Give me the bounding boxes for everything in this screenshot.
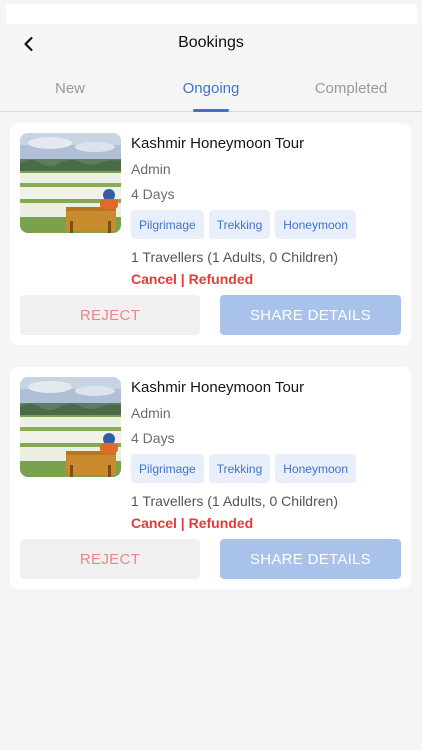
tab-ongoing[interactable]: Ongoing (141, 80, 281, 97)
travellers-count: 1 Travellers (1 Adults, 0 Children) (131, 247, 401, 267)
app-header: Bookings (0, 24, 422, 64)
tour-duration: 4 Days (131, 186, 175, 202)
booking-info: Kashmir Honeymoon Tour Admin 4 Days Pilg… (131, 133, 401, 289)
tag-chip: Pilgrimage (131, 210, 204, 239)
booking-card[interactable]: Kashmir Honeymoon Tour Admin 4 Days Pilg… (10, 367, 411, 589)
travellers-total: 1 Travellers (131, 249, 204, 265)
tab-completed[interactable]: Completed (281, 80, 421, 97)
tour-image (20, 377, 121, 477)
travellers-breakdown: (1 Adults, 0 Children) (207, 493, 338, 509)
share-details-button[interactable]: SHARE DETAILS (220, 295, 401, 335)
tag-chip: Honeymoon (275, 210, 356, 239)
tour-name: Kashmir Honeymoon Tour (131, 379, 305, 396)
reject-button[interactable]: REJECT (20, 539, 200, 579)
tag-list: Pilgrimage Trekking Honeymoon (131, 210, 401, 239)
share-details-button[interactable]: SHARE DETAILS (220, 539, 401, 579)
travellers-total: 1 Travellers (131, 493, 204, 509)
tag-chip: Pilgrimage (131, 454, 204, 483)
tour-duration: 4 Days (131, 430, 175, 446)
tag-chip: Honeymoon (275, 454, 356, 483)
tag-chip: Trekking (208, 210, 271, 239)
tag-list: Pilgrimage Trekking Honeymoon (131, 454, 401, 483)
page-title: Bookings (178, 34, 244, 51)
travellers-breakdown: (1 Adults, 0 Children) (207, 249, 338, 265)
booking-status: Cancel | Refunded (131, 515, 254, 531)
tab-bar: New Ongoing Completed (0, 70, 422, 112)
organizer-name: Admin (131, 405, 171, 421)
travellers-count: 1 Travellers (1 Adults, 0 Children) (131, 491, 401, 511)
active-tab-indicator (193, 109, 229, 112)
booking-card[interactable]: Kashmir Honeymoon Tour Admin 4 Days Pilg… (10, 123, 411, 345)
status-bar (6, 4, 417, 24)
tab-new[interactable]: New (0, 80, 140, 97)
tag-chip: Trekking (208, 454, 271, 483)
booking-status: Cancel | Refunded (131, 271, 254, 287)
tour-name: Kashmir Honeymoon Tour (131, 135, 305, 152)
tour-image (20, 133, 121, 233)
reject-button[interactable]: REJECT (20, 295, 200, 335)
organizer-name: Admin (131, 161, 171, 177)
booking-info: Kashmir Honeymoon Tour Admin 4 Days Pilg… (131, 377, 401, 533)
